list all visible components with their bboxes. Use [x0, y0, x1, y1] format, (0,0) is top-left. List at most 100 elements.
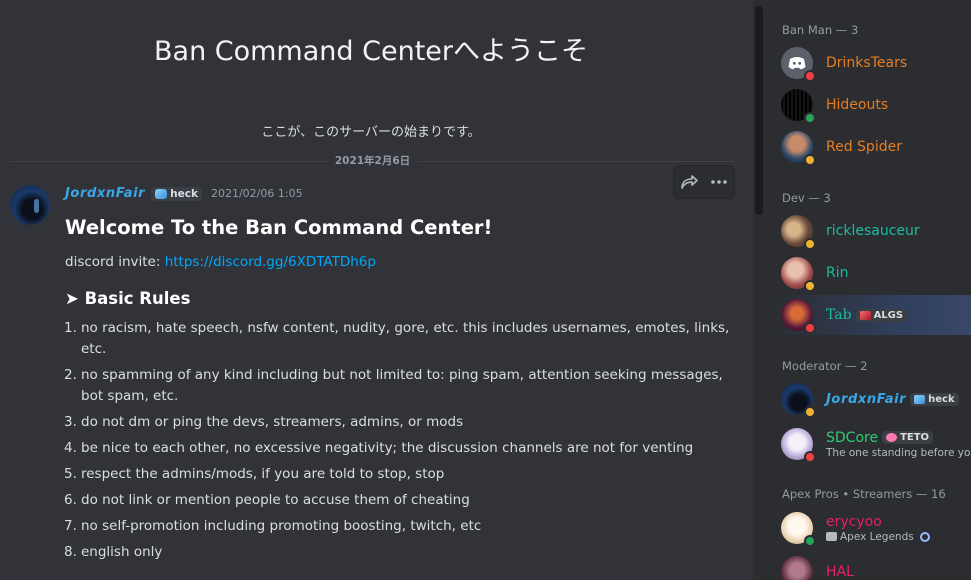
- message-actions-bar: [673, 165, 735, 199]
- status-idle-icon: [804, 406, 816, 418]
- member-avatar: [781, 89, 816, 124]
- member-hal[interactable]: HAL: [773, 552, 971, 580]
- rule-item: 8. english only: [64, 542, 733, 563]
- member-name: Tab: [826, 307, 852, 323]
- member-tag-label: heck: [928, 393, 955, 405]
- scrollbar-thumb[interactable]: [755, 6, 763, 215]
- forward-arrow-icon[interactable]: [677, 170, 701, 194]
- member-tag: TETO: [882, 431, 934, 444]
- member-avatar: [781, 47, 816, 82]
- member-avatar: [781, 299, 816, 334]
- status-online-icon: [804, 112, 816, 124]
- game-controller-icon: [826, 532, 837, 541]
- member-tag-label: ALGS: [873, 309, 904, 321]
- member-avatar: [781, 215, 816, 250]
- rule-number: 1.: [64, 320, 77, 336]
- date-divider-label: 2021年2月6日: [328, 153, 417, 168]
- member-avatar: [781, 556, 816, 580]
- rule-item: 2. no spamming of any kind including but …: [64, 365, 733, 407]
- message-heading: Welcome To the Ban Command Center!: [65, 216, 493, 239]
- status-idle-icon: [804, 154, 816, 166]
- member-text: Tab ALGS: [826, 307, 908, 323]
- author-avatar[interactable]: [10, 185, 50, 225]
- rule-item: 1. no racism, hate speech, nsfw content, …: [64, 318, 733, 360]
- rule-number: 5.: [64, 466, 77, 482]
- author-username[interactable]: JordxnFair: [65, 186, 145, 201]
- status-dnd-icon: [804, 322, 816, 334]
- member-name: Red Spider: [826, 139, 902, 155]
- member-sdcore[interactable]: SDCore TETO The one standing before you: [773, 423, 971, 465]
- status-dnd-icon: [804, 70, 816, 82]
- status-online-icon: [804, 535, 816, 547]
- member-tag: ALGS: [855, 308, 908, 322]
- member-text: HAL: [826, 564, 854, 580]
- group-title-moderator: Moderator — 2: [782, 359, 868, 373]
- rule-number: 3.: [64, 414, 77, 430]
- rule-number: 6.: [64, 492, 77, 508]
- rule-text: do not dm or ping the devs, streamers, a…: [81, 414, 464, 430]
- chat-scrollbar[interactable]: [753, 0, 765, 580]
- member-text: JordxnFair heck: [826, 392, 959, 407]
- group-title-dev: Dev — 3: [782, 191, 831, 205]
- tag-badge-icon: [914, 394, 926, 404]
- member-red-spider[interactable]: Red Spider: [773, 127, 971, 167]
- member-tab[interactable]: Tab ALGS: [773, 295, 971, 335]
- rule-number: 4.: [64, 440, 77, 456]
- member-name: Rin: [826, 265, 849, 281]
- member-name: HAL: [826, 564, 854, 580]
- member-text: Rin: [826, 265, 849, 281]
- member-name-row: SDCore TETO: [826, 430, 971, 446]
- activity-badge-icon: [919, 531, 930, 542]
- status-dnd-icon: [804, 451, 816, 463]
- member-text: Red Spider: [826, 139, 902, 155]
- message-header: JordxnFair heck 2021/02/06 1:05: [65, 186, 303, 201]
- member-name-row: JordxnFair heck: [826, 392, 959, 407]
- rule-text: respect the admins/mods, if you are told…: [81, 466, 445, 482]
- rule-item: 5. respect the admins/mods, if you are to…: [64, 464, 733, 485]
- member-tag-label: TETO: [900, 432, 930, 443]
- member-text: ricklesauceur: [826, 223, 920, 239]
- member-ricklesauceur[interactable]: ricklesauceur: [773, 211, 971, 251]
- rule-number: 2.: [64, 367, 77, 383]
- member-jordxnfair[interactable]: JordxnFair heck: [773, 379, 971, 419]
- rule-number: 7.: [64, 518, 77, 534]
- member-erycyoo[interactable]: erycyoo Apex Legends: [773, 507, 971, 549]
- member-text: Hideouts: [826, 97, 888, 113]
- member-tag: heck: [910, 392, 959, 406]
- welcome-title: Ban Command Centerへようこそ: [154, 36, 588, 67]
- member-text: DrinksTears: [826, 55, 907, 71]
- member-name: DrinksTears: [826, 55, 908, 71]
- group-title-ban-man: Ban Man — 3: [782, 23, 859, 37]
- status-idle-icon: [804, 238, 816, 250]
- rule-item: 7. no self-promotion including promoting …: [64, 516, 733, 537]
- rule-item: 4. be nice to each other, no excessive ne…: [64, 438, 733, 459]
- member-activity: Apex Legends: [826, 531, 930, 543]
- more-dots-icon[interactable]: [707, 170, 731, 194]
- member-hideouts[interactable]: Hideouts: [773, 85, 971, 125]
- member-name: JordxnFair: [826, 391, 907, 407]
- welcome-subtitle: ここが、このサーバーの始まりです。: [261, 125, 481, 140]
- rules-heading: ➤ Basic Rules: [65, 289, 191, 308]
- member-avatar: [781, 131, 816, 166]
- rule-text: no racism, hate speech, nsfw content, nu…: [81, 320, 730, 357]
- member-avatar: [781, 428, 816, 463]
- rule-text: no spamming of any kind including but no…: [81, 367, 723, 404]
- member-activity-label: Apex Legends: [840, 530, 914, 543]
- tag-badge-icon: [155, 188, 168, 199]
- invite-link[interactable]: https://discord.gg/6XDTATDh6p: [165, 254, 376, 270]
- member-avatar: [781, 257, 816, 292]
- rule-item: 3. do not dm or ping the devs, streamers,…: [64, 412, 733, 433]
- member-text: erycyoo Apex Legends: [826, 514, 930, 543]
- rule-item: 6. do not link or mention people to accus…: [64, 490, 733, 511]
- member-text: SDCore TETO The one standing before you: [826, 430, 971, 459]
- member-name: ricklesauceur: [826, 223, 920, 239]
- member-avatar: [781, 383, 816, 418]
- member-drinkstears[interactable]: DrinksTears: [773, 43, 971, 83]
- heart-icon: [886, 433, 898, 442]
- rule-number: 8.: [64, 544, 77, 560]
- member-name: erycyoo: [826, 513, 882, 530]
- message-timestamp: 2021/02/06 1:05: [210, 187, 303, 200]
- member-rin[interactable]: Rin: [773, 253, 971, 293]
- rule-text: english only: [81, 544, 163, 560]
- rules-list: 1. no racism, hate speech, nsfw content, …: [64, 318, 733, 563]
